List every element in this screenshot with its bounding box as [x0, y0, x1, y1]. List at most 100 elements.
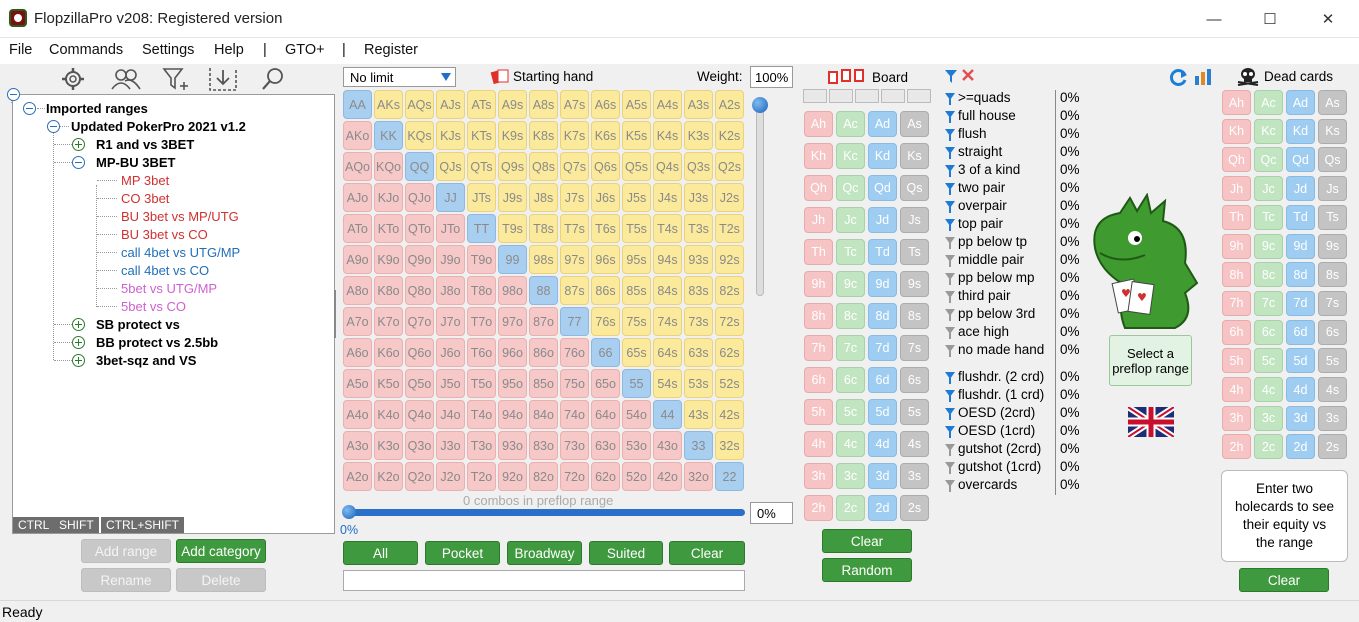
filter-icon[interactable]	[945, 129, 955, 141]
stat-row[interactable]: 3 of a kind	[945, 162, 1020, 180]
hand-cell[interactable]: A8s	[529, 90, 558, 119]
tree-item[interactable]: 3bet-sqz and VS	[96, 353, 196, 368]
hand-cell[interactable]: 74s	[653, 307, 682, 336]
board-slot[interactable]	[829, 89, 853, 103]
board-card[interactable]: 7c	[836, 335, 865, 361]
hand-cell[interactable]: 72o	[560, 462, 589, 491]
board-card[interactable]: 3c	[836, 463, 865, 489]
weight-slider-thumb[interactable]	[752, 97, 768, 113]
stat-row[interactable]: OESD (2crd)	[945, 405, 1035, 423]
expand-icon[interactable]	[72, 336, 85, 349]
hand-cell[interactable]: AQs	[405, 90, 434, 119]
filter-icon[interactable]	[945, 444, 955, 456]
hand-cell[interactable]: QJo	[405, 183, 434, 212]
hand-cell[interactable]: Q3o	[405, 431, 434, 460]
range-text-input[interactable]	[343, 570, 745, 591]
filter-icon[interactable]	[945, 408, 955, 420]
hand-cell[interactable]: 64s	[653, 338, 682, 367]
dead-card[interactable]: Qs	[1318, 147, 1347, 173]
hand-cell[interactable]: A7o	[343, 307, 372, 336]
board-card[interactable]: Jc	[836, 207, 865, 233]
dead-card[interactable]: Kc	[1254, 118, 1283, 144]
dead-card[interactable]: 9s	[1318, 233, 1347, 259]
hand-cell[interactable]: Q2s	[715, 152, 744, 181]
range-slider-thumb[interactable]	[342, 505, 356, 519]
board-random-button[interactable]: Random	[822, 558, 912, 582]
hand-cell[interactable]: 64o	[591, 400, 620, 429]
filter-icon[interactable]	[945, 273, 955, 285]
dead-card[interactable]: 7s	[1318, 290, 1347, 316]
menu-settings[interactable]: Settings	[142, 42, 194, 58]
board-card[interactable]: 3s	[900, 463, 929, 489]
hand-cell[interactable]: 97o	[498, 307, 527, 336]
hand-cell[interactable]: A6s	[591, 90, 620, 119]
hand-cell[interactable]: A8o	[343, 276, 372, 305]
hand-cell[interactable]: Q4o	[405, 400, 434, 429]
tree-item[interactable]: MP 3bet	[121, 173, 169, 188]
splitter-handle[interactable]	[334, 290, 336, 338]
hand-cell[interactable]: KJo	[374, 183, 403, 212]
hand-cell[interactable]: Q6s	[591, 152, 620, 181]
hand-cell[interactable]: JTo	[436, 214, 465, 243]
hand-cell[interactable]: K9s	[498, 121, 527, 150]
hand-cell[interactable]: T5o	[467, 369, 496, 398]
board-card[interactable]: 2c	[836, 495, 865, 521]
collapse-icon[interactable]	[7, 88, 20, 101]
board-card[interactable]: 2h	[804, 495, 833, 521]
dead-card[interactable]: Qh	[1222, 147, 1251, 173]
board-card[interactable]: Qc	[836, 175, 865, 201]
hand-cell[interactable]: 93o	[498, 431, 527, 460]
hand-cell[interactable]: A3o	[343, 431, 372, 460]
collapse-icon[interactable]	[47, 120, 60, 133]
hand-cell[interactable]: 43s	[684, 400, 713, 429]
board-card[interactable]: Ad	[868, 111, 897, 137]
hand-cell[interactable]: 62o	[591, 462, 620, 491]
dead-card[interactable]: 9c	[1254, 233, 1283, 259]
hand-cell[interactable]: K6o	[374, 338, 403, 367]
hand-cell[interactable]: Q6o	[405, 338, 434, 367]
hand-cell[interactable]: 52o	[622, 462, 651, 491]
hand-cell[interactable]: 92o	[498, 462, 527, 491]
board-card[interactable]: Qs	[900, 175, 929, 201]
hand-cell[interactable]: 94o	[498, 400, 527, 429]
stat-row[interactable]: middle pair	[945, 252, 1024, 270]
hand-cell[interactable]: A4o	[343, 400, 372, 429]
hand-cell[interactable]: K6s	[591, 121, 620, 150]
gear-icon[interactable]	[60, 67, 86, 91]
hand-cell[interactable]: 85o	[529, 369, 558, 398]
stat-row[interactable]: pp below tp	[945, 234, 1027, 252]
hand-cell[interactable]: T7o	[467, 307, 496, 336]
hand-cell[interactable]: T4o	[467, 400, 496, 429]
filter-plus-icon[interactable]	[162, 66, 190, 92]
hand-cell[interactable]: K9o	[374, 245, 403, 274]
hand-cell[interactable]: 94s	[653, 245, 682, 274]
hand-cell[interactable]: A2o	[343, 462, 372, 491]
dead-card[interactable]: Td	[1286, 204, 1315, 230]
filter-icon[interactable]	[945, 183, 955, 195]
hand-cell[interactable]: 73s	[684, 307, 713, 336]
board-card[interactable]: Th	[804, 239, 833, 265]
hand-cell[interactable]: K7o	[374, 307, 403, 336]
hand-cell[interactable]: 33	[684, 431, 713, 460]
hand-cell[interactable]: Q4s	[653, 152, 682, 181]
hand-cell[interactable]: K5o	[374, 369, 403, 398]
stat-row[interactable]: no made hand	[945, 342, 1044, 360]
board-card[interactable]: 3h	[804, 463, 833, 489]
board-card[interactable]: Qh	[804, 175, 833, 201]
board-card[interactable]: Kc	[836, 143, 865, 169]
hand-cell[interactable]: K2o	[374, 462, 403, 491]
hand-cell[interactable]: A3s	[684, 90, 713, 119]
hand-cell[interactable]: 77	[560, 307, 589, 336]
expand-icon[interactable]	[72, 354, 85, 367]
hand-cell[interactable]: K8s	[529, 121, 558, 150]
filter-icon[interactable]	[945, 147, 955, 159]
hand-cell[interactable]: 95s	[622, 245, 651, 274]
hand-cell[interactable]: Q9o	[405, 245, 434, 274]
board-card[interactable]: Jd	[868, 207, 897, 233]
hand-cell[interactable]: ATo	[343, 214, 372, 243]
hand-cell[interactable]: 93s	[684, 245, 713, 274]
dead-card[interactable]: 4h	[1222, 377, 1251, 402]
board-card[interactable]: 3d	[868, 463, 897, 489]
hand-cell[interactable]: Q7s	[560, 152, 589, 181]
hand-cell[interactable]: K4s	[653, 121, 682, 150]
